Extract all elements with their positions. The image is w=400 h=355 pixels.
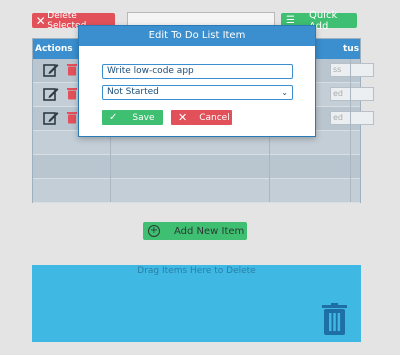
status-dropdown-value: Not Started [107, 87, 159, 97]
delete-dropzone[interactable]: Drag Items Here to Delete [32, 265, 361, 342]
status-select[interactable]: ed [330, 87, 374, 101]
trash-icon[interactable] [67, 111, 77, 124]
col-status-header: tus [343, 44, 360, 54]
cancel-label: Cancel [199, 112, 230, 123]
add-new-item-button[interactable]: + Add New Item [143, 222, 247, 240]
status-select[interactable]: ed [330, 111, 374, 125]
dropzone-label: Drag Items Here to Delete [137, 266, 256, 276]
col-actions-header: Actions [35, 44, 73, 54]
table-row [33, 155, 360, 179]
save-button[interactable]: ✓ Save [102, 110, 163, 125]
plus-circle-icon: + [148, 225, 160, 237]
column-divider [350, 59, 351, 202]
dialog-title: Edit To Do List Item [79, 26, 315, 46]
item-name-field[interactable]: Write low-code app [102, 64, 293, 79]
trash-icon[interactable] [67, 63, 77, 76]
save-label: Save [132, 112, 155, 123]
status-dropdown[interactable]: Not Started ⌄ [102, 85, 293, 100]
edit-icon[interactable] [43, 86, 59, 102]
trash-bin-icon [322, 303, 347, 335]
cancel-button[interactable]: ✕ Cancel [171, 110, 232, 125]
close-icon: ✕ [35, 13, 46, 28]
quick-add-label: Quick Add [308, 9, 338, 32]
chevron-down-icon: ⌄ [281, 88, 288, 97]
close-icon: ✕ [178, 111, 188, 124]
trash-icon[interactable] [67, 87, 77, 100]
edit-icon[interactable] [43, 110, 59, 126]
status-select[interactable]: ss [330, 63, 374, 77]
edit-item-dialog: Edit To Do List Item Write low-code app … [78, 25, 316, 137]
edit-icon[interactable] [43, 62, 59, 78]
table-row [33, 179, 360, 203]
check-icon: ✓ [109, 112, 118, 123]
add-new-item-label: Add New Item [174, 225, 245, 237]
